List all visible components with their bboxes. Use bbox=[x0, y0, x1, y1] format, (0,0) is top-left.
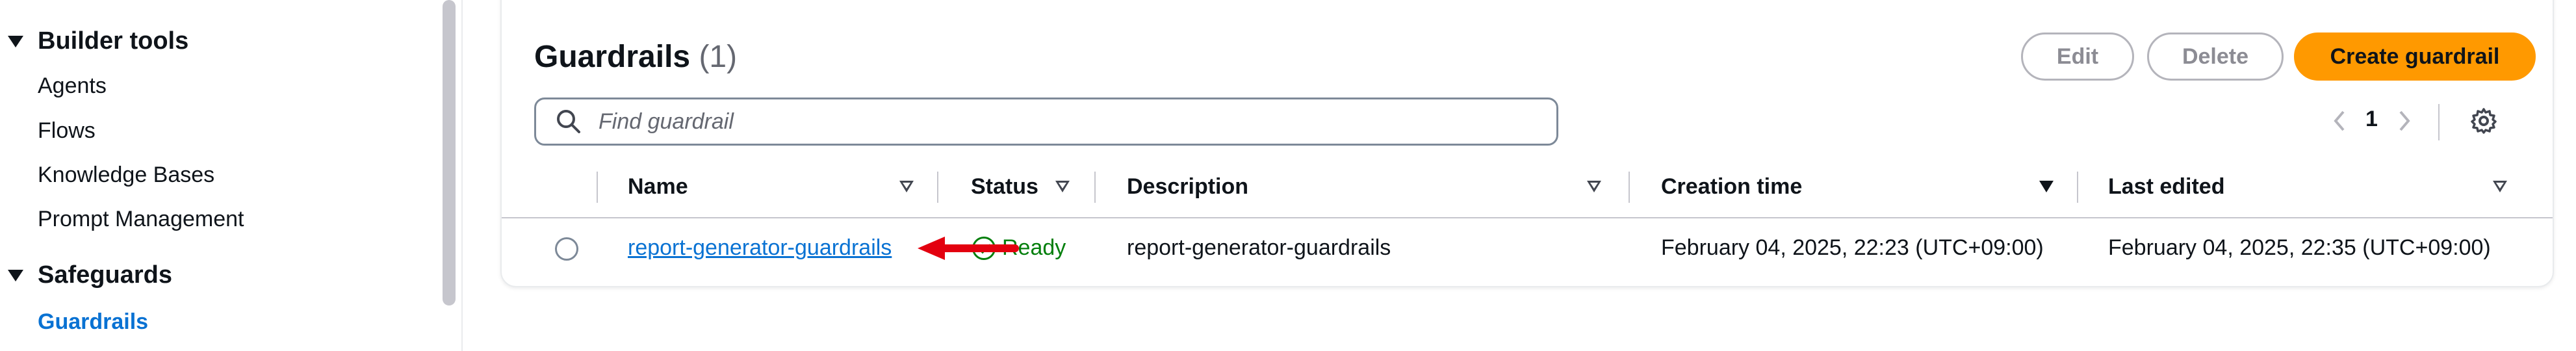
column-divider[interactable] bbox=[937, 172, 938, 203]
sidebar-item-flows[interactable]: Flows bbox=[38, 118, 96, 144]
caret-down-icon bbox=[8, 269, 23, 281]
sidebar-scrollbar-thumb[interactable] bbox=[443, 0, 456, 306]
column-header-creation-time[interactable]: Creation time bbox=[1661, 174, 1802, 200]
pagination-divider bbox=[2438, 104, 2440, 140]
page-title: Guardrails (1) bbox=[534, 39, 737, 75]
search-input[interactable] bbox=[599, 109, 1508, 135]
sort-down-outline-icon[interactable] bbox=[1587, 181, 1601, 192]
sort-down-outline-icon[interactable] bbox=[899, 181, 914, 192]
column-header-name[interactable]: Name bbox=[628, 174, 688, 200]
builder-tools-section-toggle[interactable]: Builder tools bbox=[8, 27, 188, 55]
item-count: (1) bbox=[699, 40, 738, 74]
column-divider bbox=[597, 172, 598, 203]
safeguards-heading: Safeguards bbox=[38, 261, 172, 289]
search-icon bbox=[554, 107, 583, 136]
sidebar-item-agents[interactable]: Agents bbox=[38, 73, 107, 99]
column-header-status[interactable]: Status bbox=[971, 174, 1038, 200]
sort-descending-icon[interactable] bbox=[2039, 181, 2054, 192]
delete-button[interactable]: Delete bbox=[2147, 32, 2284, 81]
search-field[interactable] bbox=[534, 98, 1558, 146]
table-header-divider bbox=[502, 217, 2553, 218]
sidebar-item-guardrails[interactable]: Guardrails bbox=[38, 309, 148, 335]
next-page-icon[interactable] bbox=[2395, 108, 2414, 137]
description-cell: report-generator-guardrails bbox=[1127, 235, 1391, 260]
sort-down-outline-icon[interactable] bbox=[1055, 181, 1070, 192]
previous-page-icon[interactable] bbox=[2330, 108, 2349, 137]
column-divider[interactable] bbox=[1629, 172, 1630, 203]
settings-gear-icon[interactable] bbox=[2469, 107, 2498, 138]
column-header-last-edited[interactable]: Last edited bbox=[2108, 174, 2224, 200]
column-divider[interactable] bbox=[2077, 172, 2078, 203]
current-page-number[interactable]: 1 bbox=[2365, 107, 2378, 132]
column-divider[interactable] bbox=[1094, 172, 1096, 203]
caret-down-icon bbox=[8, 35, 23, 47]
title-text: Guardrails bbox=[534, 40, 691, 74]
sort-down-outline-icon[interactable] bbox=[2493, 181, 2507, 192]
safeguards-section-toggle[interactable]: Safeguards bbox=[8, 261, 172, 289]
column-header-description[interactable]: Description bbox=[1127, 174, 1248, 200]
guardrail-name-link[interactable]: report-generator-guardrails bbox=[628, 235, 892, 261]
row-select-radio[interactable] bbox=[555, 237, 578, 261]
last-edited-cell: February 04, 2025, 22:35 (UTC+09:00) bbox=[2108, 235, 2491, 260]
sidebar-item-knowledge-bases[interactable]: Knowledge Bases bbox=[38, 162, 214, 188]
sidebar-item-prompt-management[interactable]: Prompt Management bbox=[38, 207, 244, 232]
annotation-arrow-icon bbox=[915, 231, 1019, 267]
edit-button[interactable]: Edit bbox=[2021, 32, 2134, 81]
create-guardrail-button[interactable]: Create guardrail bbox=[2294, 32, 2536, 81]
builder-tools-heading: Builder tools bbox=[38, 27, 189, 55]
creation-time-cell: February 04, 2025, 22:23 (UTC+09:00) bbox=[1661, 235, 2044, 260]
side-navigation: Builder tools Agents Flows Knowledge Bas… bbox=[0, 0, 437, 351]
